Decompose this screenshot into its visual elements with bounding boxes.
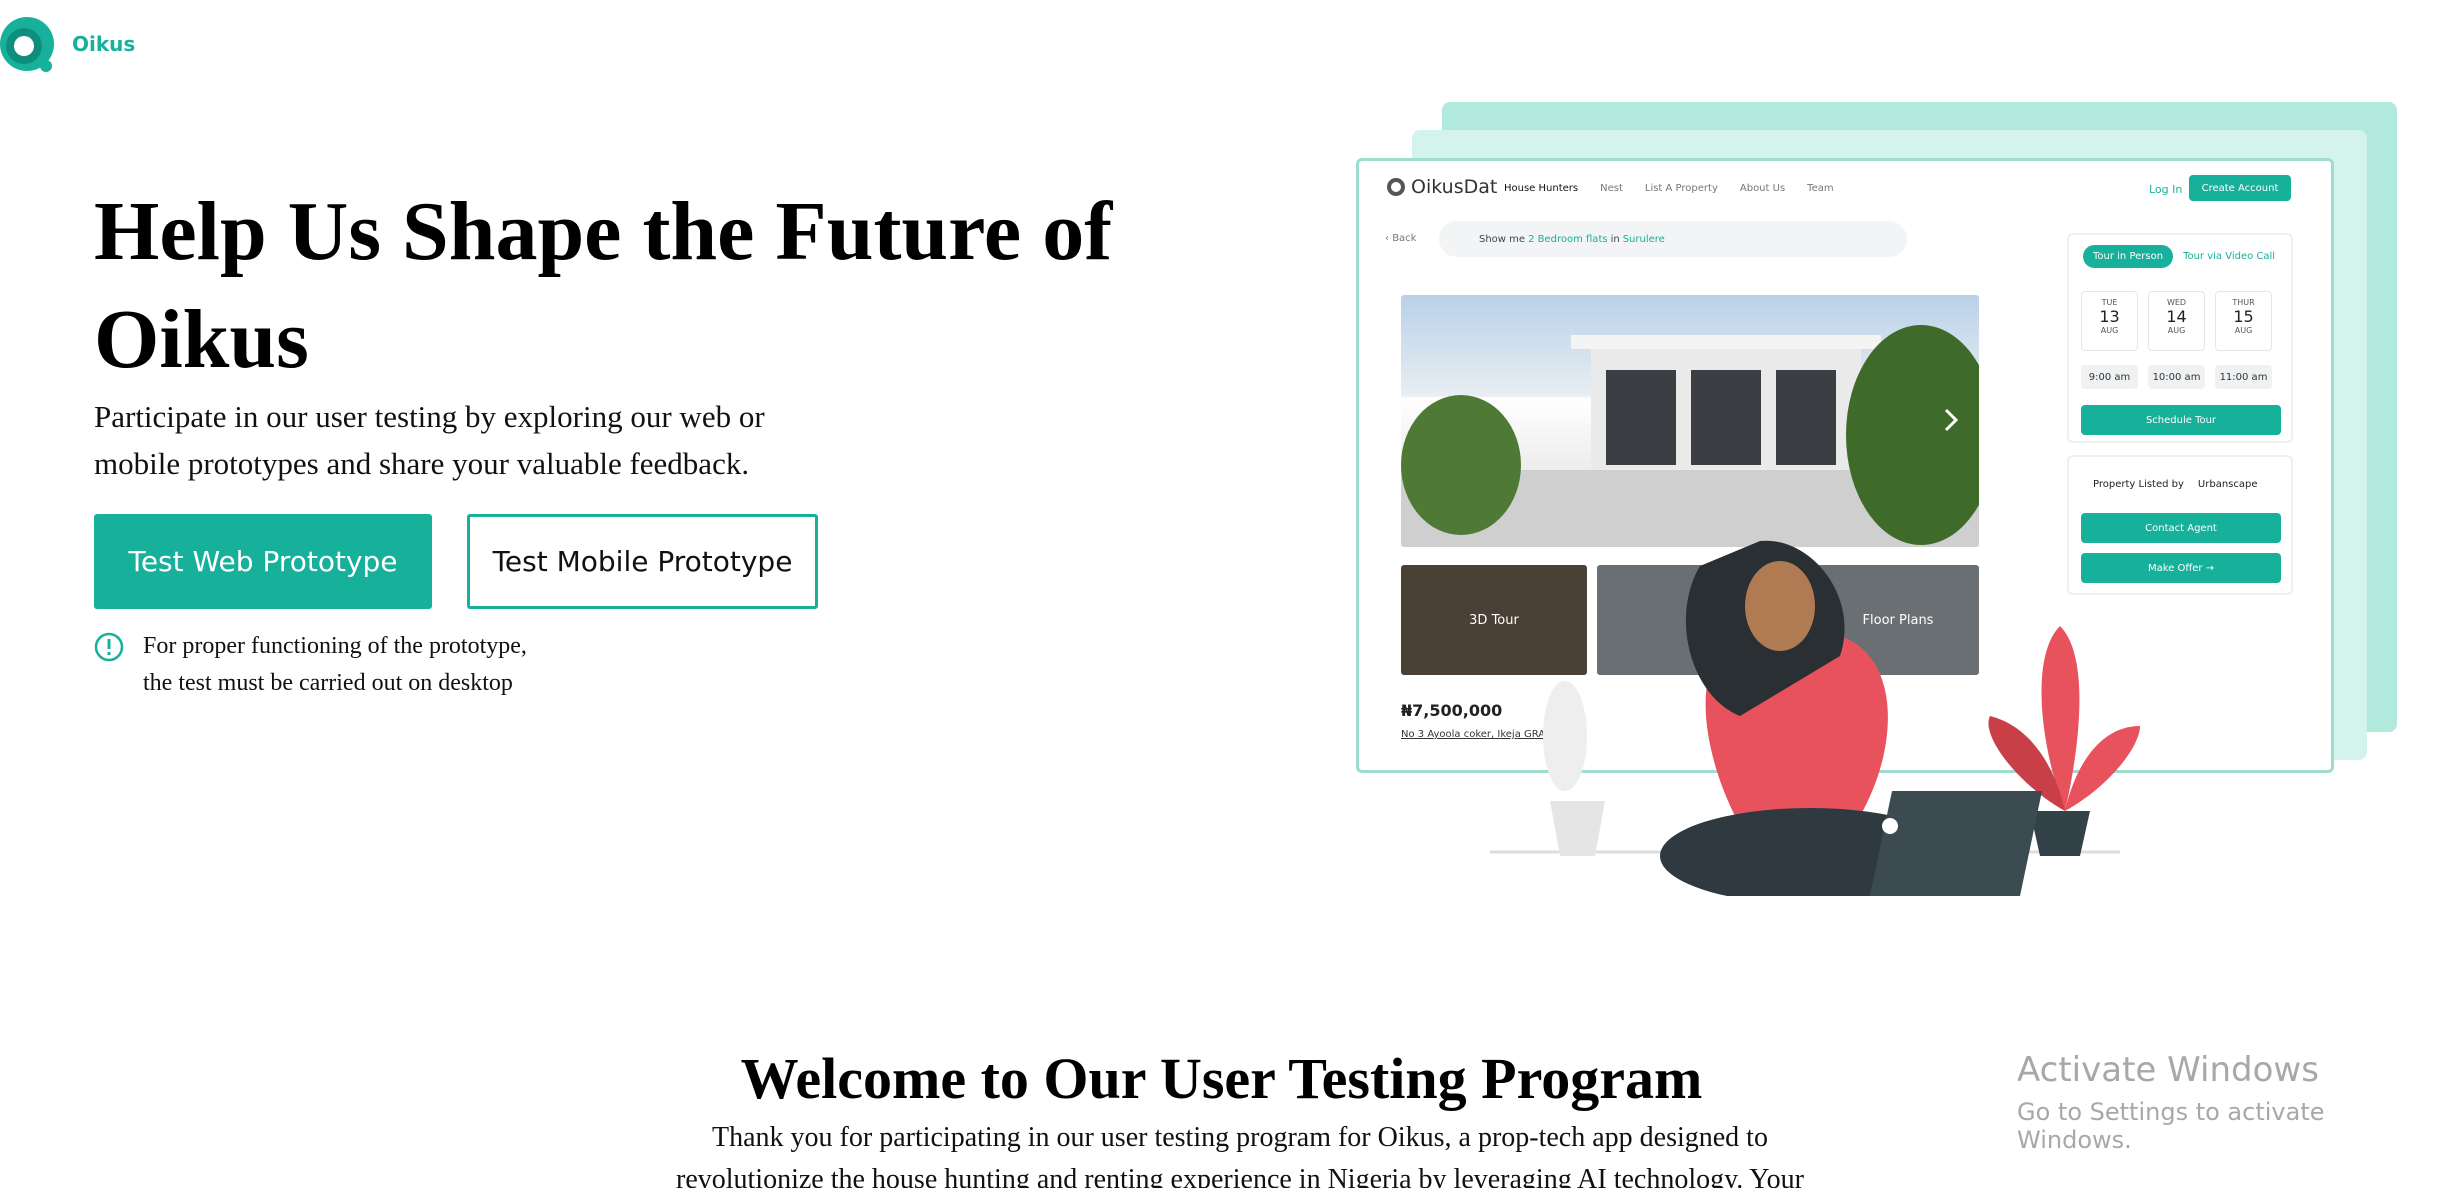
person-with-laptop-illustration — [1490, 540, 2140, 896]
brand-logo[interactable]: Oikus — [0, 14, 135, 74]
info-circle-icon — [94, 632, 124, 662]
desktop-notice: For proper functioning of the prototype,… — [94, 628, 527, 702]
windows-activation-watermark: Activate Windows Go to Settings to activ… — [2017, 1050, 2443, 1154]
notice-line-2: the test must be carried out on desktop — [143, 670, 513, 696]
oikus-logo-icon — [0, 14, 56, 74]
hero-title: Help Us Shape the Future of Oikus — [94, 185, 1113, 386]
hero-illustration: OikusDat House Hunters Nest List A Prope… — [1340, 96, 2400, 896]
activate-title: Activate Windows — [2017, 1050, 2319, 1090]
test-mobile-prototype-button[interactable]: Test Mobile Prototype — [467, 514, 818, 609]
activate-hint: Go to Settings to activate Windows. — [2017, 1098, 2325, 1154]
welcome-text: Thank you for participating in our user … — [676, 1122, 1804, 1188]
notice-line-1: For proper functioning of the prototype, — [143, 633, 527, 659]
test-web-prototype-button[interactable]: Test Web Prototype — [94, 514, 432, 609]
brand-name: Oikus — [72, 32, 136, 56]
hero-subtitle: Participate in our user testing by explo… — [94, 399, 765, 481]
